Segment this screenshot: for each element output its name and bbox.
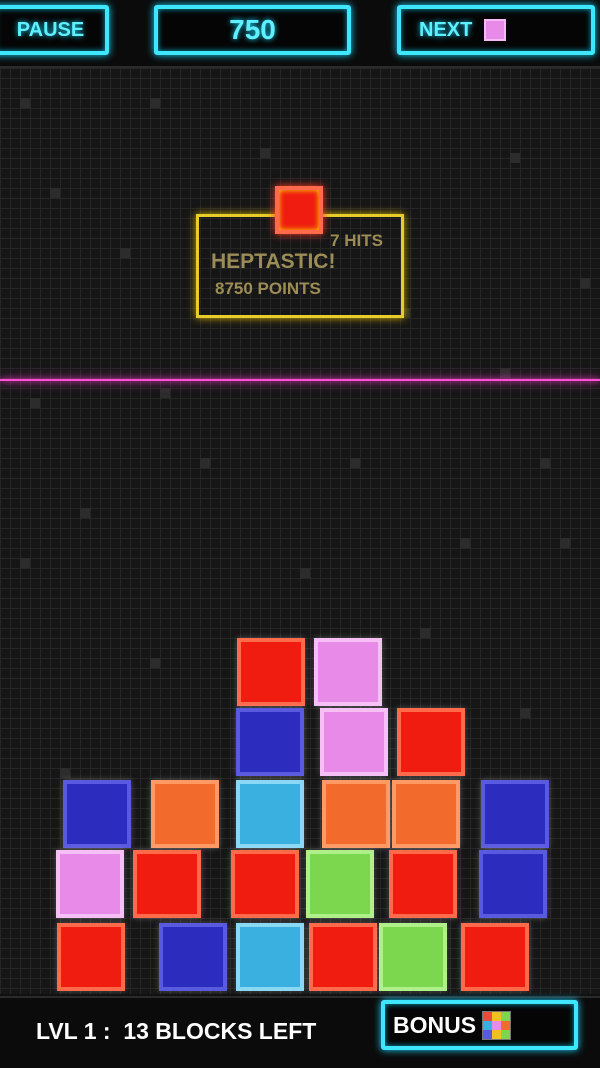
block-green (379, 923, 447, 991)
block-cyan (236, 923, 304, 991)
background-dot (260, 148, 270, 158)
pause-button[interactable]: PAUSE (0, 5, 109, 55)
bonus-icon-cell (483, 1011, 493, 1021)
block-red (133, 850, 201, 918)
block-cyan (236, 780, 304, 848)
background-dot (50, 188, 60, 198)
background-dot (20, 98, 30, 108)
block-green (306, 850, 374, 918)
bonus-label: BONUS (393, 1011, 477, 1038)
block-orange (151, 780, 219, 848)
block-red (57, 923, 125, 991)
background-dot (80, 508, 90, 518)
background-dot (150, 98, 160, 108)
block-pink (56, 850, 124, 918)
block-red (309, 923, 377, 991)
block-red (397, 708, 465, 776)
background-dot (300, 568, 310, 578)
score-value: 750 (229, 14, 276, 45)
bottom-bar: LVL 1 : 13 BLOCKS LEFT BONUS (0, 996, 600, 1068)
block-blue (63, 780, 131, 848)
block-red (237, 638, 305, 706)
block-red (231, 850, 299, 918)
block-red (461, 923, 529, 991)
danger-line (0, 379, 600, 381)
bonus-icon-cell (483, 1029, 493, 1039)
bonus-button[interactable]: BONUS (381, 1000, 578, 1050)
background-dot (20, 558, 30, 568)
score-display: 750 (154, 5, 351, 55)
next-label: NEXT (419, 18, 473, 41)
block-blue (236, 708, 304, 776)
block-red (389, 850, 457, 918)
combo-title: HEPTASTIC! (211, 250, 336, 273)
background-dot (560, 538, 570, 548)
combo-points: 8750 POINTS (215, 279, 321, 298)
pause-label: PAUSE (16, 18, 85, 41)
background-dot (350, 458, 360, 468)
block-orange (322, 780, 390, 848)
background-dot (150, 658, 160, 668)
block-pink (320, 708, 388, 776)
top-bar: PAUSE 750 NEXT (0, 0, 600, 68)
background-dot (460, 538, 470, 548)
bonus-icon-cell (501, 1011, 511, 1021)
bonus-icon-cell (483, 1020, 493, 1030)
background-dot (500, 368, 510, 378)
block-blue (479, 850, 547, 918)
background-dot (120, 248, 130, 258)
next-piece-indicator: NEXT (397, 5, 595, 55)
block-pink (314, 638, 382, 706)
background-dot (580, 278, 590, 288)
block-blue (159, 923, 227, 991)
background-dot (200, 458, 210, 468)
background-dot (160, 388, 170, 398)
background-dot (520, 708, 530, 718)
background-dot (540, 458, 550, 468)
falling-block[interactable] (275, 186, 323, 234)
level-status: LVL 1 : 13 BLOCKS LEFT (36, 1018, 317, 1044)
combo-hits: 7 HITS (330, 231, 383, 250)
bonus-icon-cell (501, 1029, 511, 1039)
bonus-icon-cell (492, 1029, 502, 1039)
block-orange (392, 780, 460, 848)
bonus-icon-cell (501, 1020, 511, 1030)
bonus-grid-icon (482, 1010, 512, 1040)
background-dot (510, 153, 520, 163)
background-dot (30, 398, 40, 408)
bonus-icon-cell (492, 1011, 502, 1021)
game-board[interactable]: 7 HITS HEPTASTIC! 8750 POINTS (0, 68, 600, 994)
bonus-icon-cell (492, 1020, 502, 1030)
block-blue (481, 780, 549, 848)
next-block-swatch (484, 19, 507, 41)
background-dot (420, 628, 430, 638)
background-dot (60, 768, 70, 778)
